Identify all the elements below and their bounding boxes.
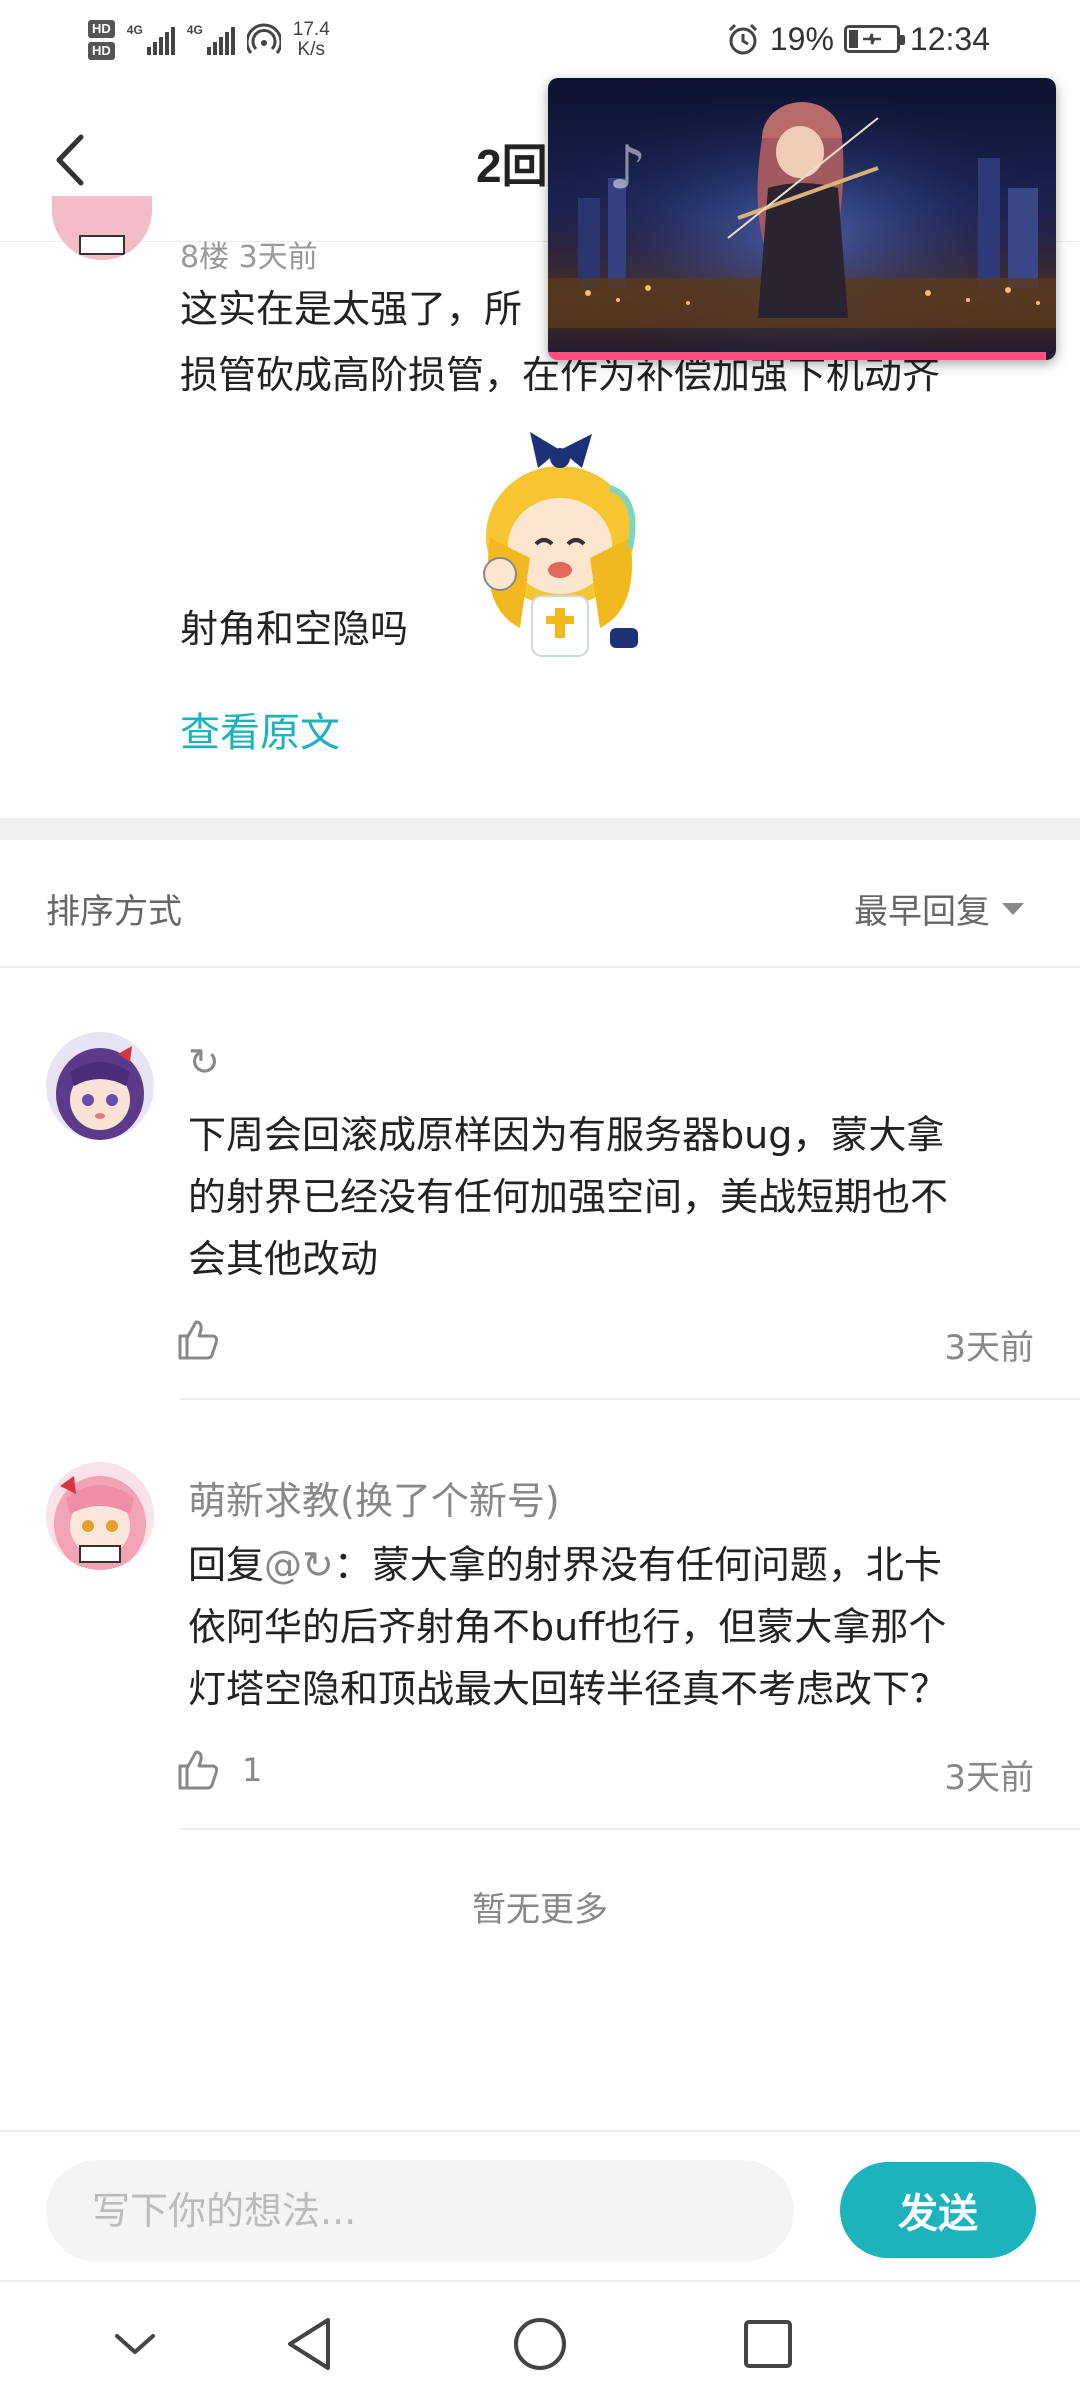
reply-mention[interactable]: @↻	[264, 1543, 334, 1587]
network-type-2: 4G	[186, 23, 203, 37]
reply-text-line: 回复@↻：蒙大拿的射界没有任何问题，北卡	[188, 1534, 942, 1596]
network-type-1: 4G	[126, 23, 143, 37]
reply-avatar[interactable]	[46, 1032, 154, 1140]
chevron-down-icon	[115, 2334, 155, 2354]
reply-text-line: 依阿华的后齐射角不buff也行，但蒙大拿那个	[188, 1605, 947, 1649]
speed-value: 17.4	[292, 19, 330, 40]
section-divider	[0, 818, 1080, 840]
reply-divider	[180, 1828, 1080, 1830]
post-line-1: 这实在是太强了，所	[180, 287, 523, 331]
sort-label: 排序方式	[46, 892, 182, 932]
reply-text-line: 下周会回滚成原样因为有服务器bug，蒙大拿	[188, 1113, 945, 1157]
like-count: 1	[242, 1751, 263, 1789]
circle-home-icon	[514, 2318, 566, 2370]
like-button[interactable]: 1	[176, 1748, 262, 1792]
page-title: 2回	[476, 140, 548, 192]
alarm-icon	[728, 23, 757, 55]
nav-home-button[interactable]	[500, 2304, 580, 2384]
nav-collapse-button[interactable]	[95, 2304, 175, 2384]
hd-indicators: HD HD	[88, 20, 115, 60]
sort-value: 最早回复	[854, 892, 990, 932]
reply-text-line: 的射界已经没有任何加强空间，美战短期也不	[188, 1175, 949, 1219]
signal-icon-1: 4G	[126, 23, 175, 55]
hotspot-icon	[246, 23, 281, 54]
status-left: HD HD 4G 4G 17.4 K/s	[88, 10, 330, 70]
hd-badge-2: HD	[88, 42, 115, 60]
svg-text:♪: ♪	[608, 133, 646, 203]
reply-text-first: ：蒙大拿的射界没有任何问题，北卡	[333, 1543, 942, 1587]
battery-percent: 19%	[769, 20, 834, 57]
reply-username[interactable]: 萌新求教(换了个新号)	[188, 1470, 560, 1525]
battery-icon	[843, 25, 905, 53]
reply-divider	[180, 1398, 1080, 1400]
status-right: 19% 12:34	[726, 14, 990, 64]
signal-icon-2: 4G	[186, 23, 235, 55]
reply-text-line: 灯塔空隐和顶战最大回转半径真不考虑改下？	[188, 1667, 949, 1711]
caret-down-icon	[1002, 902, 1024, 915]
nav-back-button[interactable]	[270, 2304, 350, 2384]
system-nav-bar	[0, 2280, 1080, 2400]
status-bar: HD HD 4G 4G 17.4 K/s 19% 12:34	[0, 0, 1080, 78]
comment-input[interactable]	[46, 2160, 794, 2262]
view-original-link[interactable]: 查看原文	[180, 700, 340, 758]
reply-prefix: 回复	[188, 1543, 265, 1587]
sticker-image	[483, 432, 638, 657]
chevron-left-icon	[56, 134, 84, 186]
triangle-back-icon	[288, 2318, 330, 2370]
sort-dropdown[interactable]: 最早回复	[854, 884, 1024, 933]
reply-avatar[interactable]	[46, 1462, 154, 1570]
thumbs-up-icon	[178, 1320, 219, 1360]
reply-time: 3天前	[944, 1328, 1034, 1368]
thumbs-up-icon	[178, 1750, 219, 1790]
like-button[interactable]	[176, 1318, 242, 1362]
reply-time: 3天前	[944, 1758, 1034, 1798]
back-button[interactable]	[40, 128, 100, 192]
comment-composer: 发送	[0, 2130, 1080, 2280]
reply-text-line: 会其他改动	[188, 1237, 379, 1281]
sort-bar: 排序方式 最早回复	[0, 840, 1080, 968]
send-button[interactable]: 发送	[840, 2162, 1036, 2258]
hd-badge-1: HD	[88, 20, 115, 38]
post-line-3: 射角和空隐吗	[180, 607, 409, 651]
video-frame: ♪	[548, 78, 1056, 360]
floating-video-player[interactable]: ♪	[548, 78, 1056, 360]
clock: 12:34	[909, 20, 990, 57]
network-speed: 17.4 K/s	[293, 20, 330, 60]
no-more-text: 暂无更多	[472, 1890, 608, 1930]
post-avatar[interactable]	[52, 196, 152, 260]
video-progress-bar	[548, 352, 1046, 360]
square-recents-icon	[744, 2320, 792, 2368]
speed-unit: K/s	[297, 39, 325, 60]
reply-username[interactable]: ↻	[188, 1040, 220, 1084]
post-meta: 8楼 3天前	[180, 240, 318, 275]
nav-recents-button[interactable]	[728, 2304, 808, 2384]
